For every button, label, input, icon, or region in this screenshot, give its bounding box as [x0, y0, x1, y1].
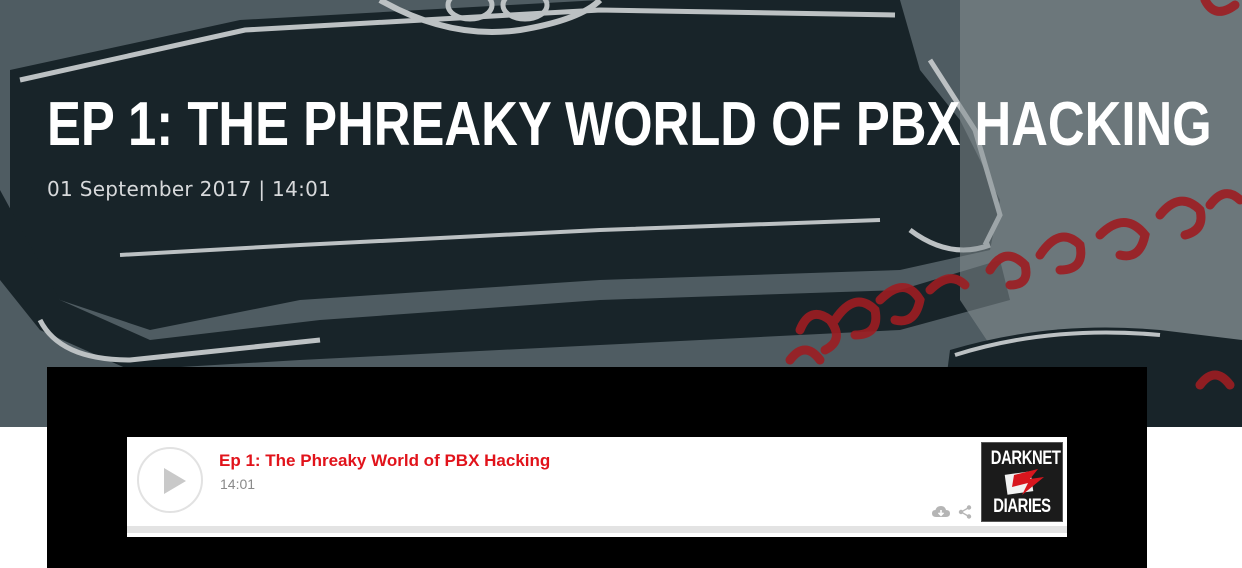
track-title-link[interactable]: Ep 1: The Phreaky World of PBX Hacking [219, 451, 550, 471]
podcast-player-embed: Ep 1: The Phreaky World of PBX Hacking 1… [47, 367, 1147, 568]
logo-emblem-icon [1004, 469, 1044, 495]
hero-background-image [0, 0, 1242, 427]
logo-line-top: DARKNET [990, 448, 1061, 469]
hero-banner: EP 1: THE PHREAKY WORLD OF PBX HACKING 0… [0, 0, 1242, 427]
share-icon[interactable] [958, 505, 972, 519]
play-icon [164, 468, 186, 494]
progress-bar[interactable] [127, 526, 1067, 533]
play-button[interactable] [137, 447, 203, 513]
track-duration: 14:01 [220, 476, 256, 492]
darknet-diaries-logo: DARKNET DIARIES [981, 442, 1063, 522]
audio-player: Ep 1: The Phreaky World of PBX Hacking 1… [127, 437, 1067, 537]
logo-line-bottom: DIARIES [993, 496, 1051, 517]
episode-meta: 01 September 2017 | 14:01 [47, 177, 332, 201]
cloud-download-icon[interactable] [932, 505, 950, 519]
page-title: EP 1: THE PHREAKY WORLD OF PBX HACKING [47, 90, 1212, 159]
